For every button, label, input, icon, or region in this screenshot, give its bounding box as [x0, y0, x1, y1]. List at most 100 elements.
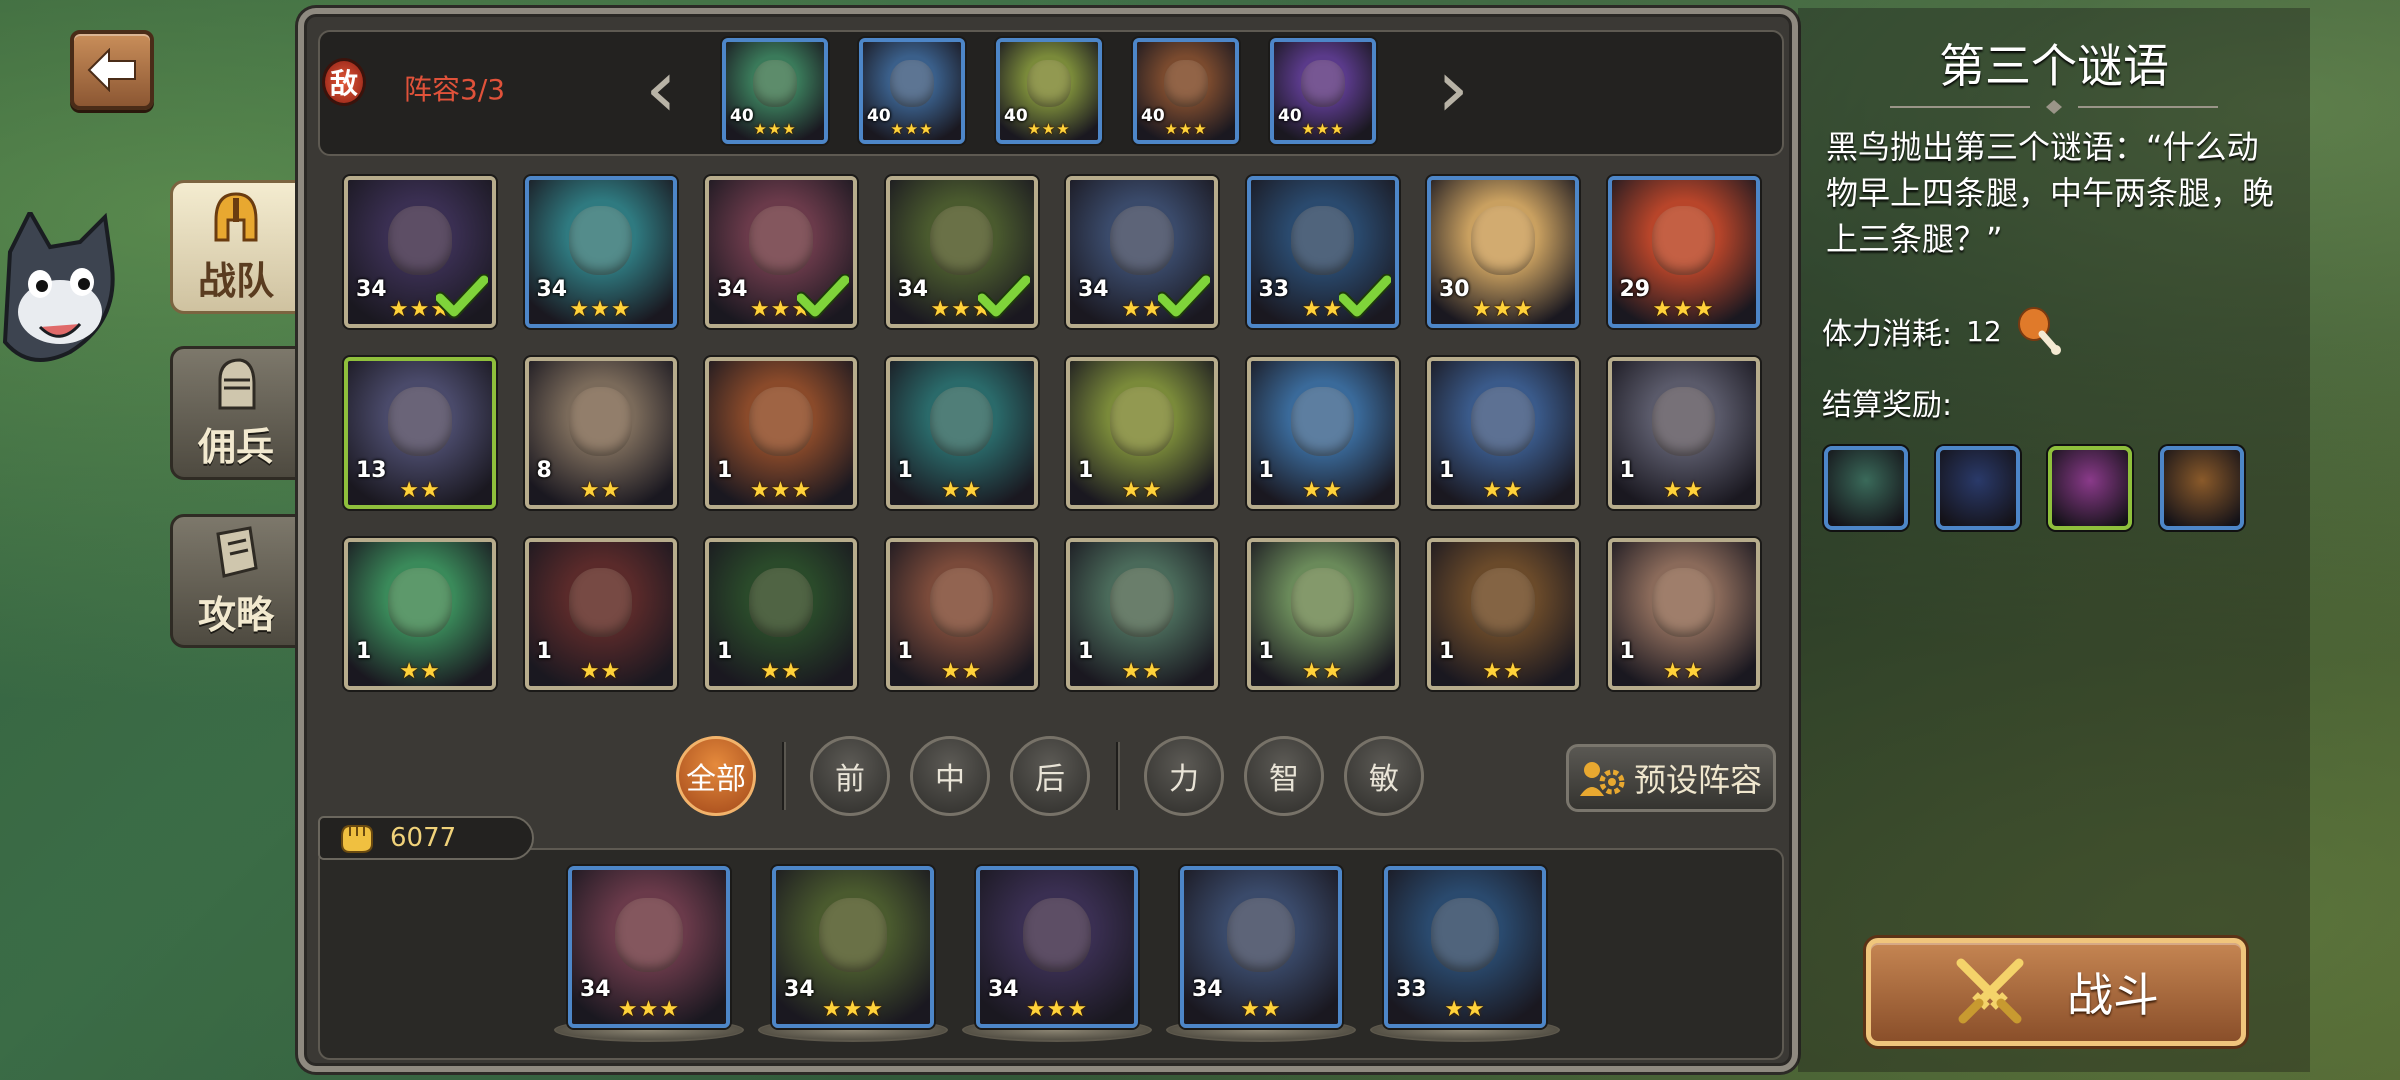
- team-slot-hero[interactable]: 33 ★★: [1384, 866, 1546, 1028]
- tab-team-label: 战队: [197, 258, 274, 303]
- cat-mascot-icon: [2, 212, 115, 362]
- team-slot-hero[interactable]: 34 ★★: [1180, 866, 1342, 1028]
- stamina-value: 12: [1966, 314, 2002, 348]
- enemy-hero-portrait[interactable]: 40 ★★★: [1270, 38, 1376, 144]
- hero-card[interactable]: 34 ★★★: [705, 176, 857, 328]
- hero-card[interactable]: 1 ★★: [524, 538, 677, 690]
- knight-helmet-icon: [218, 357, 256, 409]
- fight-button-label: 战斗: [2067, 968, 2159, 1022]
- hero-face: [388, 205, 452, 276]
- hero-card[interactable]: 1 ★★: [705, 538, 857, 690]
- hero-face: [749, 567, 813, 638]
- hero-stars: ★★: [1662, 659, 1705, 684]
- hero-face: [388, 567, 452, 638]
- hero-card[interactable]: 1 ★★: [344, 538, 496, 690]
- hero-face: [753, 59, 797, 107]
- hero-face: [1471, 567, 1535, 638]
- hero-card[interactable]: 13 ★★: [344, 357, 496, 509]
- filter-middle-button[interactable]: 中: [910, 736, 990, 816]
- hero-card[interactable]: 1 ★★: [1066, 357, 1218, 509]
- filter-agility-button[interactable]: 敏: [1344, 736, 1424, 816]
- hero-stars: ★★★: [821, 997, 885, 1022]
- orc-hero-reward-icon[interactable]: [1824, 446, 1908, 530]
- team-slot-hero[interactable]: 34 ★★★: [976, 866, 1138, 1028]
- hero-face: [1301, 59, 1345, 107]
- enemy-hero-portrait[interactable]: 40 ★★★: [996, 38, 1102, 144]
- back-arrow-icon: [87, 48, 136, 92]
- enemy-hero-portrait[interactable]: 40 ★★★: [859, 38, 965, 144]
- hero-card[interactable]: 8 ★★: [524, 357, 677, 509]
- tab-mercenary-label: 佣兵: [197, 424, 274, 469]
- filter-front-button[interactable]: 前: [810, 736, 890, 816]
- hero-face: [1227, 897, 1295, 972]
- tab-team[interactable]: 战队: [170, 180, 302, 314]
- hero-face: [749, 386, 813, 457]
- axe-reward-icon[interactable]: [2160, 446, 2244, 530]
- hero-card[interactable]: 1 ★★: [1246, 357, 1399, 509]
- hero-stars: ★★★: [1471, 297, 1535, 322]
- hero-card[interactable]: 34 ★★: [1066, 176, 1218, 328]
- scroll-reward-icon[interactable]: [2048, 446, 2132, 530]
- hero-card[interactable]: 29 ★★★: [1607, 176, 1760, 328]
- hero-card[interactable]: 1 ★★: [885, 538, 1038, 690]
- selected-check-icon: [1158, 274, 1210, 319]
- hero-stars: ★★: [1482, 659, 1524, 684]
- filter-back-button[interactable]: 后: [1010, 736, 1090, 816]
- back-button[interactable]: [70, 30, 154, 110]
- hero-face: [1431, 897, 1499, 972]
- reward-label: 结算奖励:: [1822, 388, 1953, 423]
- hero-stars: ★★★: [617, 997, 681, 1022]
- crossed-swords-icon: [1956, 958, 2024, 1024]
- hero-stars: ★★: [1121, 478, 1163, 503]
- hero-card[interactable]: 34 ★★★: [524, 176, 677, 328]
- hero-stars: ★★: [1444, 997, 1486, 1022]
- hero-card[interactable]: 33 ★★: [1246, 176, 1399, 328]
- filter-intelligence-button[interactable]: 智: [1244, 736, 1324, 816]
- helmet-icon: [214, 191, 258, 241]
- hero-face: [568, 567, 633, 638]
- enemy-prev-arrow-icon[interactable]: ‹: [636, 48, 686, 130]
- hero-face: [929, 386, 994, 457]
- hero-face: [568, 386, 633, 457]
- hero-stars: ★★: [1301, 659, 1344, 684]
- hero-stars: ★★★: [1652, 297, 1715, 322]
- selected-check-icon: [977, 274, 1030, 319]
- hero-card[interactable]: 34 ★★★: [885, 176, 1038, 328]
- tab-guide-label: 攻略: [197, 592, 274, 637]
- hero-face: [1027, 59, 1071, 107]
- preset-lineup-button[interactable]: 预设阵容: [1566, 744, 1776, 812]
- hero-face: [1471, 386, 1535, 457]
- team-slot-hero[interactable]: 34 ★★★: [772, 866, 934, 1028]
- hero-face: [615, 897, 683, 972]
- enemy-hero-portrait[interactable]: 40 ★★★: [722, 38, 828, 144]
- hero-card[interactable]: 1 ★★: [1427, 538, 1579, 690]
- hero-card[interactable]: 1 ★★: [1607, 538, 1760, 690]
- enemy-next-arrow-icon[interactable]: ›: [1428, 48, 1478, 130]
- fight-button[interactable]: 战斗: [1866, 938, 2246, 1046]
- hero-face: [929, 205, 994, 276]
- hero-card[interactable]: 30 ★★★: [1427, 176, 1579, 328]
- hero-card[interactable]: 1 ★★: [885, 357, 1038, 509]
- hero-card[interactable]: 1 ★★: [1607, 357, 1760, 509]
- filter-all-button[interactable]: 全部: [676, 736, 756, 816]
- hero-stars: ★★: [399, 478, 441, 503]
- enemy-hero-portrait[interactable]: 40 ★★★: [1133, 38, 1239, 144]
- hero-card[interactable]: 34 ★★★: [344, 176, 496, 328]
- hero-stars: ★★★: [1025, 997, 1089, 1022]
- hammer-reward-icon[interactable]: [1936, 446, 2020, 530]
- hero-face: [1110, 567, 1174, 638]
- hero-stars: ★★: [399, 659, 441, 684]
- team-slot-hero[interactable]: 34 ★★★: [568, 866, 730, 1028]
- hero-stars: ★★: [1240, 997, 1282, 1022]
- hero-card[interactable]: 1 ★★: [1066, 538, 1218, 690]
- filter-strength-button[interactable]: 力: [1144, 736, 1224, 816]
- hero-card[interactable]: 1 ★★★: [705, 357, 857, 509]
- hero-face: [749, 205, 813, 276]
- tab-guide[interactable]: 攻略: [170, 514, 302, 648]
- hero-card[interactable]: 1 ★★: [1427, 357, 1579, 509]
- hero-face: [890, 59, 934, 107]
- hero-card[interactable]: 1 ★★: [1246, 538, 1399, 690]
- hero-face: [1651, 567, 1716, 638]
- tab-mercenary[interactable]: 佣兵: [170, 346, 302, 480]
- hero-stars: ★★★: [569, 297, 632, 322]
